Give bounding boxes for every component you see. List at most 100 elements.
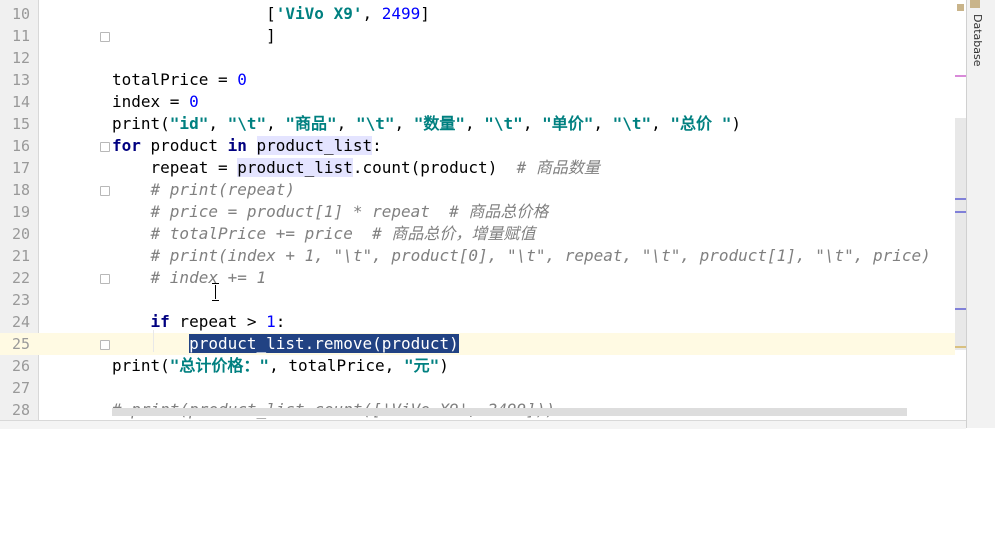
database-tool-tab[interactable]: Database xyxy=(967,0,987,67)
code-token: 0 xyxy=(189,92,199,111)
line-number: 11 xyxy=(11,27,30,45)
code-text[interactable]: # print(index + 1, "\t", product[0], "\t… xyxy=(112,245,931,267)
stripe-mark[interactable] xyxy=(955,211,966,213)
code-line[interactable]: 16 for product in product_list: xyxy=(0,135,966,157)
line-number: 17 xyxy=(11,159,30,177)
stripe-mark[interactable] xyxy=(955,308,966,310)
code-text[interactable]: # price = product[1] * repeat # 商品总价格 xyxy=(112,201,549,223)
code-line[interactable]: 23 xyxy=(0,289,966,311)
code-token: for xyxy=(112,136,141,155)
database-tab-label: Database xyxy=(971,14,984,67)
line-number: 18 xyxy=(11,181,30,199)
code-line[interactable]: 18 # print(repeat) xyxy=(0,179,966,201)
code-text[interactable]: index = 0 xyxy=(112,91,199,113)
code-line[interactable]: 10 ['ViVo X9', 2499] xyxy=(0,3,966,25)
code-token: "\t" xyxy=(355,114,395,133)
code-text[interactable]: product_list.remove(product) xyxy=(112,333,459,355)
line-number: 19 xyxy=(11,203,30,221)
code-text[interactable]: print("总计价格：", totalPrice, "元") xyxy=(112,355,449,377)
code-token: ) xyxy=(439,356,449,375)
fold-marker-icon[interactable] xyxy=(100,340,110,350)
stripe-mark[interactable] xyxy=(955,198,966,200)
code-token: totalPrice = xyxy=(112,70,238,89)
code-text[interactable]: print("id", "\t", "商品", "\t", "数量", "\t"… xyxy=(112,113,741,135)
code-token: "\t" xyxy=(227,114,267,133)
fold-marker-icon[interactable] xyxy=(100,142,110,152)
code-text[interactable]: if repeat > 1: xyxy=(112,311,286,333)
code-line[interactable]: 13 totalPrice = 0 xyxy=(0,69,966,91)
code-line[interactable]: 21 # print(index + 1, "\t", product[0], … xyxy=(0,245,966,267)
vertical-scrollbar-thumb[interactable] xyxy=(955,118,966,350)
code-line[interactable]: 11 ] xyxy=(0,25,966,47)
editor-bottom-border xyxy=(0,420,966,429)
code-token: # index += 1 xyxy=(150,268,267,287)
line-number: 21 xyxy=(11,247,30,265)
fold-marker-icon[interactable] xyxy=(100,274,110,284)
code-token: "单价" xyxy=(542,114,594,133)
code-token: : xyxy=(372,136,382,155)
stripe-mark[interactable] xyxy=(955,75,966,77)
code-line[interactable]: 26 print("总计价格：", totalPrice, "元") xyxy=(0,355,966,377)
code-token: repeat = xyxy=(112,158,238,177)
code-token: ) xyxy=(731,114,741,133)
code-text[interactable]: for product in product_list: xyxy=(112,135,382,157)
code-token: # 商品数量 xyxy=(516,158,600,177)
horizontal-scrollbar[interactable] xyxy=(112,408,907,416)
code-token: , totalPrice, xyxy=(269,356,404,375)
code-token: .count(product) xyxy=(352,158,517,177)
code-line[interactable]: 20 # totalPrice += price # 商品总价，增量赋值 xyxy=(0,223,966,245)
code-token: , xyxy=(362,4,382,23)
code-token: # print(repeat) xyxy=(150,180,296,199)
code-text[interactable]: ['ViVo X9', 2499] xyxy=(112,3,430,25)
code-token: : xyxy=(275,312,286,331)
line-number: 12 xyxy=(11,49,30,67)
code-text[interactable]: # totalPrice += price # 商品总价，增量赋值 xyxy=(112,223,536,245)
code-text[interactable]: # print(repeat) xyxy=(112,179,296,201)
code-token: if xyxy=(150,312,170,331)
line-number: 26 xyxy=(11,357,30,375)
line-number: 15 xyxy=(11,115,30,133)
fold-marker-icon[interactable] xyxy=(100,186,110,196)
stripe-mark[interactable] xyxy=(957,4,964,11)
code-line[interactable]: 14 index = 0 xyxy=(0,91,966,113)
code-line[interactable]: 19 # price = product[1] * repeat # 商品总价格 xyxy=(0,201,966,223)
code-text[interactable]: repeat = product_list.count(product) # 商… xyxy=(112,157,600,179)
code-line[interactable]: 15 print("id", "\t", "商品", "\t", "数量", "\… xyxy=(0,113,966,135)
stripe-mark[interactable] xyxy=(955,346,966,348)
code-token: 2499 xyxy=(381,4,421,23)
code-token: , xyxy=(208,114,228,133)
code-text[interactable]: ] xyxy=(112,25,276,47)
code-token: "\t" xyxy=(612,114,652,133)
code-token: 1 xyxy=(266,312,276,331)
code-editor[interactable]: 10 ['ViVo X9', 2499] 11 ] 12 13 totalPrice =… xyxy=(0,0,966,420)
line-number: 16 xyxy=(11,137,30,155)
code-line[interactable]: 22 # index += 1 xyxy=(0,267,966,289)
code-line[interactable]: 17 repeat = product_list.count(product) … xyxy=(0,157,966,179)
code-token: # totalPrice += price # 商品总价，增量赋值 xyxy=(150,224,536,243)
code-token: "数量" xyxy=(413,114,466,133)
code-token: "\t" xyxy=(484,114,523,133)
code-token: product_list xyxy=(237,158,353,177)
code-line[interactable]: 24 if repeat > 1: xyxy=(0,311,966,333)
code-token: [ xyxy=(266,4,276,23)
code-token: ] xyxy=(112,26,276,45)
code-token: product xyxy=(140,136,228,155)
code-line[interactable]: 12 xyxy=(0,47,966,69)
code-token: print( xyxy=(112,114,170,133)
code-token: product_list xyxy=(256,136,373,155)
code-token: 'ViVo X9' xyxy=(275,4,363,23)
code-line[interactable]: 25 product_list.remove(product) xyxy=(0,333,966,355)
code-token: "总价 " xyxy=(670,114,732,133)
code-text[interactable]: # index += 1 xyxy=(112,267,267,289)
fold-marker-icon[interactable] xyxy=(100,32,110,42)
code-text[interactable]: totalPrice = 0 xyxy=(112,69,247,91)
code-token: , xyxy=(266,114,286,133)
code-token: product_list.remove(product) xyxy=(189,334,459,353)
database-icon xyxy=(970,0,980,8)
code-line[interactable]: 27 xyxy=(0,377,966,399)
line-number: 20 xyxy=(11,225,30,243)
